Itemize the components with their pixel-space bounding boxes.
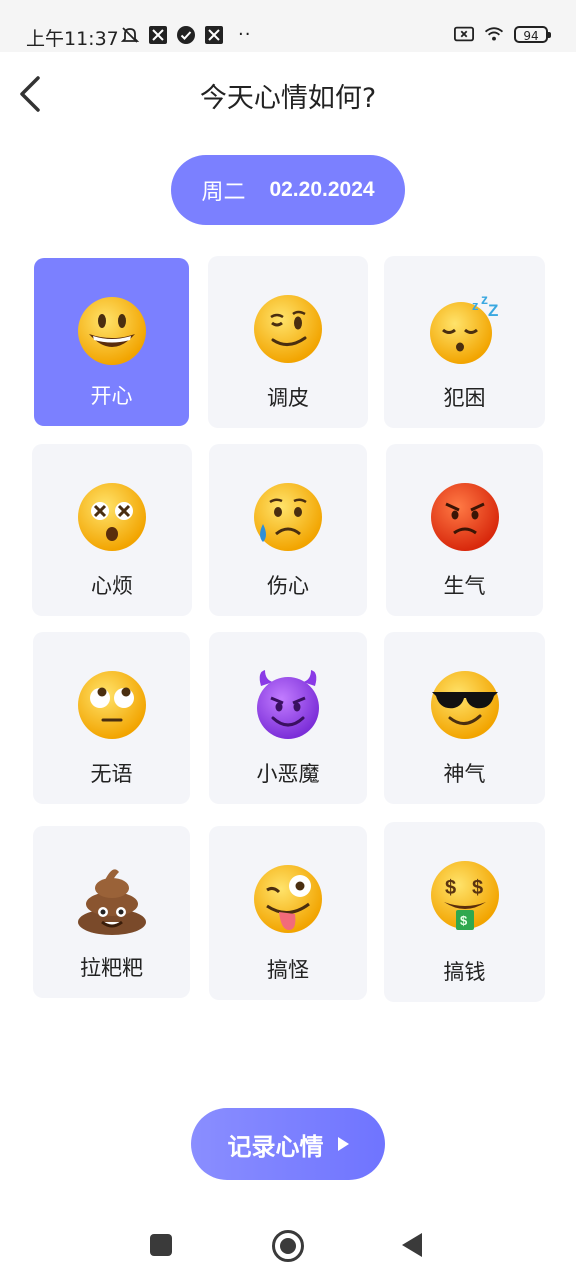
mood-label: 搞钱	[443, 960, 486, 984]
mood-label: 搞怪	[267, 958, 309, 982]
status-left-icons: ··	[120, 24, 251, 45]
mood-card-annoyed[interactable]: 心烦	[32, 444, 192, 616]
sleeping-face-icon: z z Z	[429, 292, 498, 364]
system-back-button[interactable]	[402, 1233, 422, 1257]
mood-label: 生气	[443, 574, 486, 598]
mood-card-angry[interactable]: 生气	[386, 444, 543, 616]
mood-card-sleepy[interactable]: z z Z 犯困	[384, 256, 545, 428]
mood-card-goofy[interactable]: 搞怪	[209, 826, 367, 1000]
app-icon	[204, 25, 224, 45]
svg-text:$: $	[472, 877, 483, 899]
date-label: 02.20.2024	[269, 178, 375, 201]
status-bar: 上午11:37 ·· 94	[0, 0, 576, 52]
mood-label: 拉粑粑	[80, 956, 143, 980]
mood-label: 伤心	[267, 574, 309, 598]
mood-card-make-money[interactable]: $ $ $ 搞钱	[384, 822, 545, 1002]
mood-label: 调皮	[267, 386, 309, 410]
mood-label: 开心	[90, 384, 133, 408]
play-arrow-icon	[337, 1137, 349, 1151]
money-mouth-face-icon: $ $ $	[430, 861, 499, 930]
mood-card-sad[interactable]: 伤心	[209, 444, 367, 616]
sunglasses-face-icon	[430, 671, 499, 739]
zany-face-icon	[254, 865, 322, 933]
home-button[interactable]	[272, 1230, 304, 1262]
sad-sweat-face-icon	[254, 483, 322, 551]
mood-card-little-devil[interactable]: 小恶魔	[209, 632, 367, 804]
mood-label: 无语	[90, 762, 133, 786]
check-circle-icon	[176, 25, 196, 45]
eye-roll-face-icon	[77, 671, 146, 739]
svg-text:z: z	[481, 292, 488, 307]
app-icon	[148, 25, 168, 45]
svg-text:$: $	[460, 913, 468, 928]
smiling-devil-icon	[257, 670, 319, 739]
svg-text:$: $	[445, 877, 456, 899]
mood-card-speechless[interactable]: 无语	[33, 632, 190, 804]
wifi-icon	[484, 24, 504, 44]
mute-bell-icon	[120, 25, 140, 45]
mood-card-poop[interactable]: 拉粑粑	[33, 826, 190, 998]
record-mood-label: 记录心情	[227, 1132, 324, 1161]
winking-face-icon	[254, 295, 322, 363]
grinning-face-icon	[77, 297, 146, 365]
svg-text:z: z	[472, 298, 479, 313]
system-nav-bar	[0, 1210, 576, 1280]
status-time: 上午11:37	[26, 28, 119, 50]
weekday-label: 周二	[201, 180, 246, 205]
angry-face-icon	[430, 483, 499, 551]
mood-label: 犯困	[443, 386, 486, 410]
mood-card-happy[interactable]: 开心	[34, 258, 189, 426]
mood-card-naughty[interactable]: 调皮	[208, 256, 368, 428]
svg-text:Z: Z	[488, 301, 498, 320]
mood-label: 心烦	[91, 574, 133, 598]
battery-icon: 94	[514, 25, 551, 43]
no-sim-icon	[454, 24, 474, 44]
pile-of-poo-icon	[77, 869, 146, 935]
date-selector[interactable]: 周二 02.20.2024	[171, 155, 405, 225]
mood-label: 小恶魔	[256, 762, 320, 786]
battery-level: 94	[523, 28, 539, 43]
page-title: 今天心情如何?	[199, 83, 377, 114]
recent-apps-button[interactable]	[150, 1234, 172, 1256]
mood-label: 神气	[443, 762, 486, 786]
record-mood-button[interactable]: 记录心情	[191, 1108, 385, 1180]
mood-card-cool[interactable]: 神气	[384, 632, 545, 804]
status-right-icons: 94	[454, 24, 551, 44]
more-dots-icon: ··	[238, 24, 252, 45]
dizzy-face-icon	[78, 483, 146, 551]
